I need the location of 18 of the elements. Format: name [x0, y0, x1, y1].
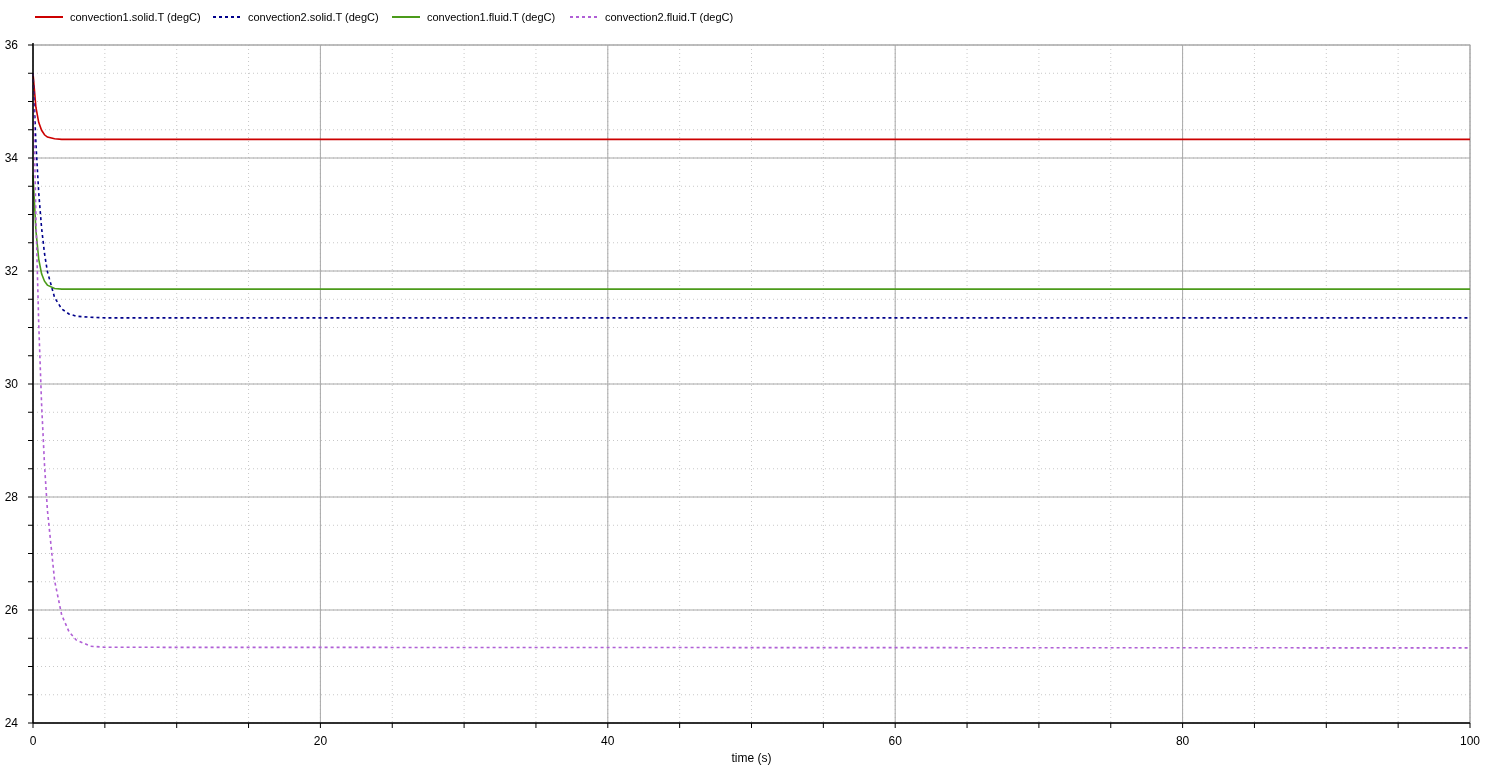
axis-tick-label: 36 [4, 38, 18, 52]
axis-tick-label: 60 [888, 734, 902, 748]
axis-tick-label: 40 [601, 734, 615, 748]
legend-label: convection2.fluid.T (degC) [605, 11, 734, 23]
legend-label: convection2.solid.T (degC) [248, 11, 379, 23]
axis-tick-label: 34 [4, 151, 18, 165]
legend-label: convection1.solid.T (degC) [70, 11, 201, 23]
axis-tick-label: 24 [4, 716, 18, 730]
axis-tick-label: 28 [4, 490, 18, 504]
axis-tick-label: 30 [4, 377, 18, 391]
axis-tick-label: 100 [1460, 734, 1480, 748]
axis-tick-label: 26 [4, 603, 18, 617]
axis-title: time (s) [731, 751, 772, 765]
axis-tick-label: 20 [313, 734, 328, 748]
axis-tick-label: 32 [4, 264, 18, 278]
axis-tick-label: 0 [29, 734, 37, 748]
legend-label: convection1.fluid.T (degC) [427, 11, 556, 23]
axis-tick-label: 80 [1175, 734, 1190, 748]
